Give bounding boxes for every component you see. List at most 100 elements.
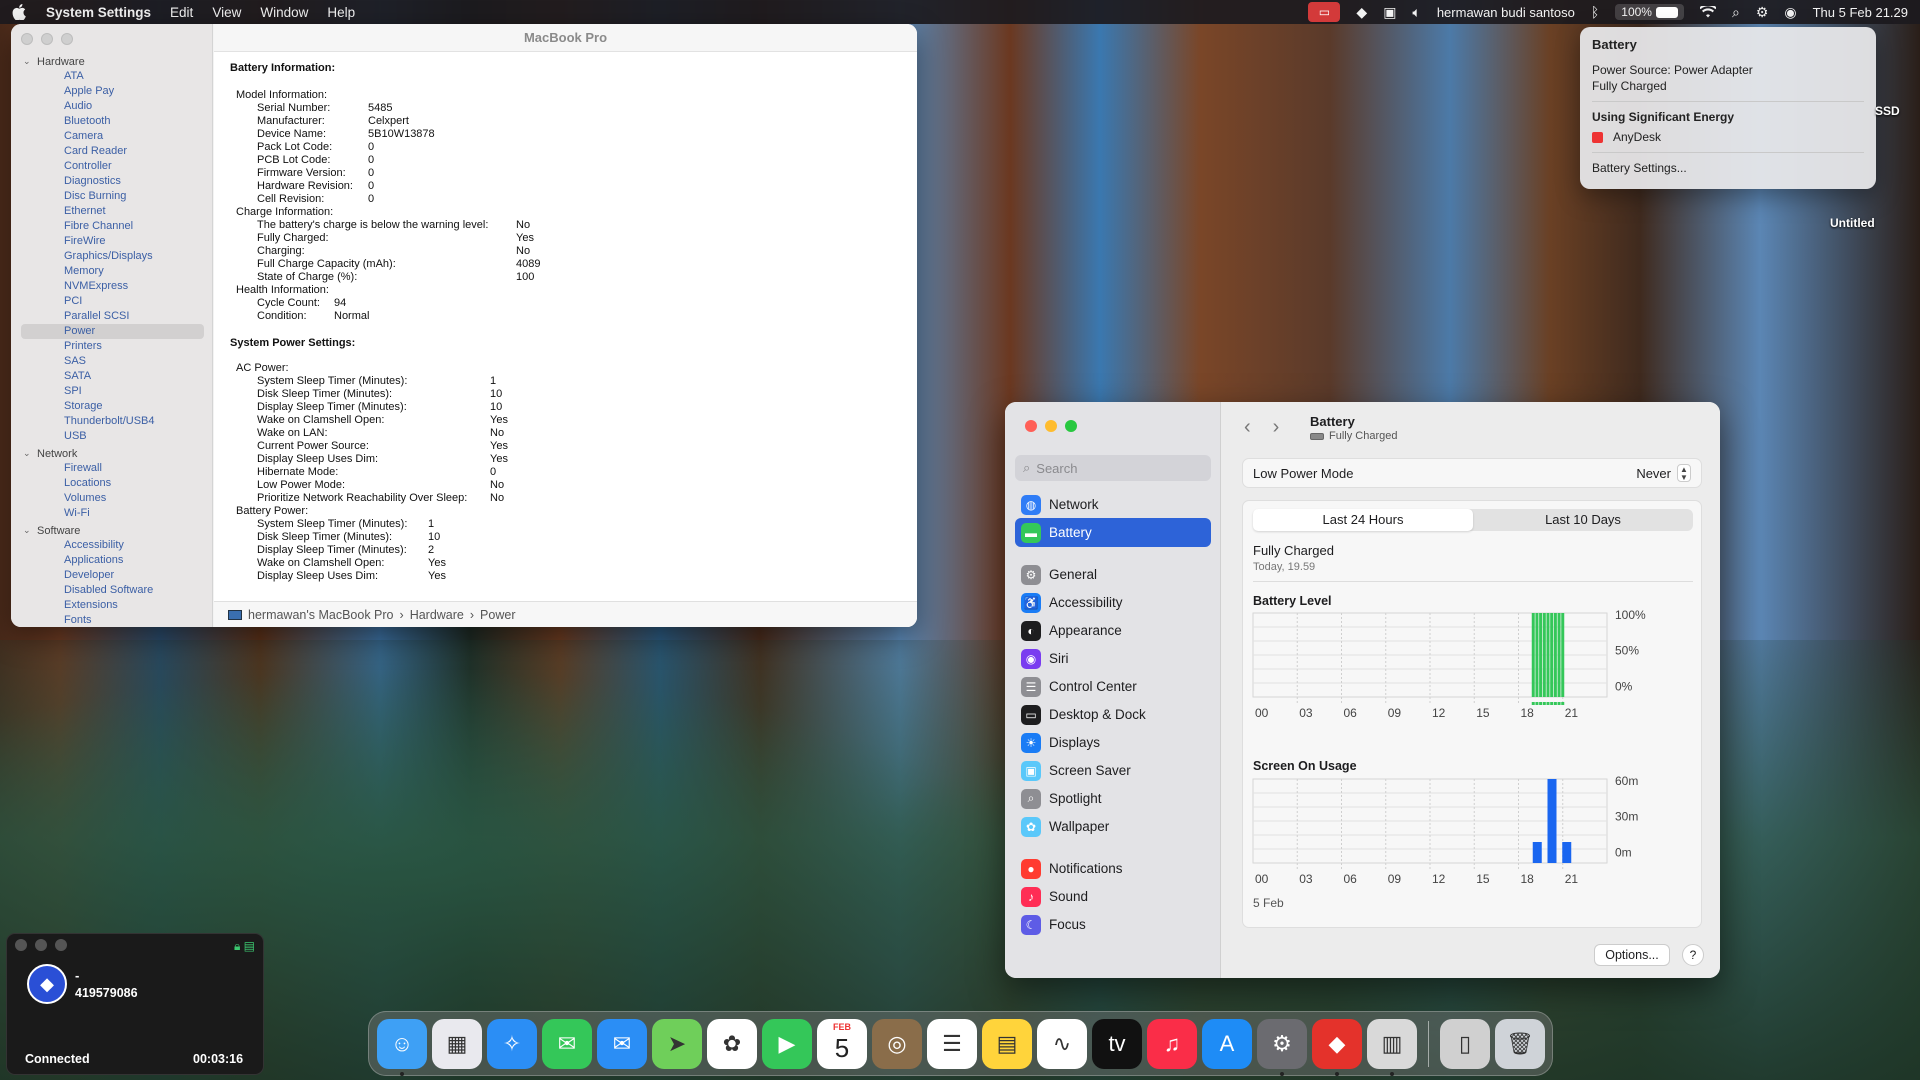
sidebar-item-pci[interactable]: PCI: [21, 294, 204, 309]
spotlight-search-icon[interactable]: ⌕: [1732, 4, 1740, 21]
settings-item-siri[interactable]: ◉ Siri: [1015, 644, 1211, 673]
dock-documents-icon[interactable]: ▯: [1440, 1018, 1490, 1069]
dock-contacts-icon[interactable]: ◎: [872, 1018, 922, 1069]
dock-anydesk-icon[interactable]: ◆: [1312, 1018, 1362, 1076]
sidebar-item-developer[interactable]: Developer: [21, 568, 204, 583]
settings-item-notifications[interactable]: ● Notifications: [1015, 854, 1211, 883]
path-hardware[interactable]: Hardware: [410, 608, 464, 622]
settings-item-sound[interactable]: ♪ Sound: [1015, 882, 1211, 911]
zoom-button[interactable]: [61, 33, 73, 45]
sidebar-item-disc-burning[interactable]: Disc Burning: [21, 189, 204, 204]
sidebar-item-power[interactable]: Power: [21, 324, 204, 339]
dock-safari-icon[interactable]: ✧: [487, 1018, 537, 1069]
dock-freeform-icon[interactable]: ∿: [1037, 1018, 1087, 1069]
battery-menu[interactable]: 100%: [1615, 4, 1684, 20]
path-power[interactable]: Power: [480, 608, 515, 622]
close-button[interactable]: [21, 33, 33, 45]
settings-search-field[interactable]: ⌕ Search: [1015, 455, 1211, 481]
close-button[interactable]: [1025, 420, 1037, 432]
path-computer[interactable]: hermawan's MacBook Pro: [248, 608, 394, 622]
sidebar-item-usb[interactable]: USB: [21, 429, 204, 444]
menu-edit[interactable]: Edit: [170, 5, 193, 20]
settings-item-accessibility[interactable]: ♿ Accessibility: [1015, 588, 1211, 617]
close-button[interactable]: [15, 939, 27, 951]
settings-item-wallpaper[interactable]: ✿ Wallpaper: [1015, 812, 1211, 841]
dock-finder-icon[interactable]: ☺: [377, 1018, 427, 1076]
menu-view[interactable]: View: [212, 5, 241, 20]
minimize-button[interactable]: [35, 939, 47, 951]
help-button[interactable]: ?: [1682, 944, 1704, 966]
settings-item-appearance[interactable]: ◐ Appearance: [1015, 616, 1211, 645]
dock-facetime-icon[interactable]: ▶: [762, 1018, 812, 1069]
sidebar-item-locations[interactable]: Locations: [21, 476, 204, 491]
activity-monitor-icon[interactable]: ▣: [1383, 4, 1396, 21]
settings-item-control-center[interactable]: ☰ Control Center: [1015, 672, 1211, 701]
sidebar-item-card-reader[interactable]: Card Reader: [21, 144, 204, 159]
dock-trash-icon[interactable]: 🗑︎: [1495, 1018, 1545, 1069]
sidebar-item-sata[interactable]: SATA: [21, 369, 204, 384]
dock-calendar-icon[interactable]: FEB 5: [817, 1018, 867, 1069]
settings-item-displays[interactable]: ☀ Displays: [1015, 728, 1211, 757]
tree-group-network[interactable]: ⌄ Network: [23, 446, 212, 461]
settings-item-network[interactable]: ◍ Network: [1015, 490, 1211, 519]
forward-icon[interactable]: ›: [1273, 416, 1280, 439]
sidebar-item-thunderbolt-usb4[interactable]: Thunderbolt/USB4: [21, 414, 204, 429]
menu-user-name[interactable]: hermawan budi santoso: [1437, 5, 1575, 20]
minimize-button[interactable]: [41, 33, 53, 45]
settings-item-focus[interactable]: ☾ Focus: [1015, 910, 1211, 939]
sidebar-item-wi-fi[interactable]: Wi-Fi: [21, 506, 204, 521]
settings-item-desktop-dock[interactable]: ▭ Desktop & Dock: [1015, 700, 1211, 729]
sidebar-item-disabled-software[interactable]: Disabled Software: [21, 583, 204, 598]
dock-settings-icon[interactable]: ⚙: [1257, 1018, 1307, 1076]
sidebar-item-sas[interactable]: SAS: [21, 354, 204, 369]
dock-mail-icon[interactable]: ✉: [597, 1018, 647, 1069]
settings-item-spotlight[interactable]: ⌕ Spotlight: [1015, 784, 1211, 813]
minimize-button[interactable]: [1045, 420, 1057, 432]
sidebar-item-volumes[interactable]: Volumes: [21, 491, 204, 506]
sidebar-item-audio[interactable]: Audio: [21, 99, 204, 114]
dropbox-icon[interactable]: ◆: [1356, 4, 1367, 21]
tab-last-24-hours[interactable]: Last 24 Hours: [1253, 509, 1473, 531]
volume-icon[interactable]: 🔈︎: [1412, 4, 1420, 21]
sidebar-item-bluetooth[interactable]: Bluetooth: [21, 114, 204, 129]
sidebar-item-diagnostics[interactable]: Diagnostics: [21, 174, 204, 189]
sidebar-item-extensions[interactable]: Extensions: [21, 598, 204, 613]
dock-reminders-icon[interactable]: ☰: [927, 1018, 977, 1069]
menu-app-name[interactable]: System Settings: [46, 5, 151, 20]
tree-group-hardware[interactable]: ⌄ Hardware: [23, 54, 212, 69]
sidebar-item-spi[interactable]: SPI: [21, 384, 204, 399]
wifi-icon[interactable]: [1699, 6, 1716, 18]
session-status-icons[interactable]: 🔒︎ ▤: [234, 939, 255, 954]
siri-icon[interactable]: ◉: [1784, 4, 1796, 21]
sidebar-item-fibre-channel[interactable]: Fibre Channel: [21, 219, 204, 234]
sidebar-item-graphics-displays[interactable]: Graphics/Displays: [21, 249, 204, 264]
desktop-untitled-label[interactable]: Untitled: [1830, 216, 1875, 230]
options-button[interactable]: Options...: [1594, 944, 1670, 966]
sidebar-item-parallel-scsi[interactable]: Parallel SCSI: [21, 309, 204, 324]
settings-item-general[interactable]: ⚙ General: [1015, 560, 1211, 589]
menu-window[interactable]: Window: [260, 5, 308, 20]
sidebar-item-applications[interactable]: Applications: [21, 553, 204, 568]
dock-system-info-icon[interactable]: ▥: [1367, 1018, 1417, 1076]
zoom-button[interactable]: [55, 939, 67, 951]
sidebar-item-memory[interactable]: Memory: [21, 264, 204, 279]
zoom-button[interactable]: [1065, 420, 1077, 432]
apple-menu-icon[interactable]: [12, 4, 26, 20]
sidebar-item-controller[interactable]: Controller: [21, 159, 204, 174]
tab-last-10-days[interactable]: Last 10 Days: [1473, 509, 1693, 531]
dock-messages-icon[interactable]: ✉: [542, 1018, 592, 1069]
sidebar-item-apple-pay[interactable]: Apple Pay: [21, 84, 204, 99]
menu-help[interactable]: Help: [327, 5, 355, 20]
settings-item-screen-saver[interactable]: ▣ Screen Saver: [1015, 756, 1211, 785]
sidebar-item-fonts[interactable]: Fonts: [21, 613, 204, 627]
battery-settings-link[interactable]: Battery Settings...: [1592, 161, 1864, 175]
sidebar-item-nvmexpress[interactable]: NVMExpress: [21, 279, 204, 294]
dock-tv-icon[interactable]: tv: [1092, 1018, 1142, 1069]
menu-clock[interactable]: Thu 5 Feb 21.29: [1813, 5, 1908, 20]
dock-app-store-icon[interactable]: A: [1202, 1018, 1252, 1069]
bluetooth-icon[interactable]: ᛒ: [1591, 4, 1599, 20]
sidebar-item-firewall[interactable]: Firewall: [21, 461, 204, 476]
dock-music-icon[interactable]: ♫: [1147, 1018, 1197, 1069]
sidebar-item-ethernet[interactable]: Ethernet: [21, 204, 204, 219]
low-power-select[interactable]: Never ▲ ▼: [1636, 464, 1691, 482]
